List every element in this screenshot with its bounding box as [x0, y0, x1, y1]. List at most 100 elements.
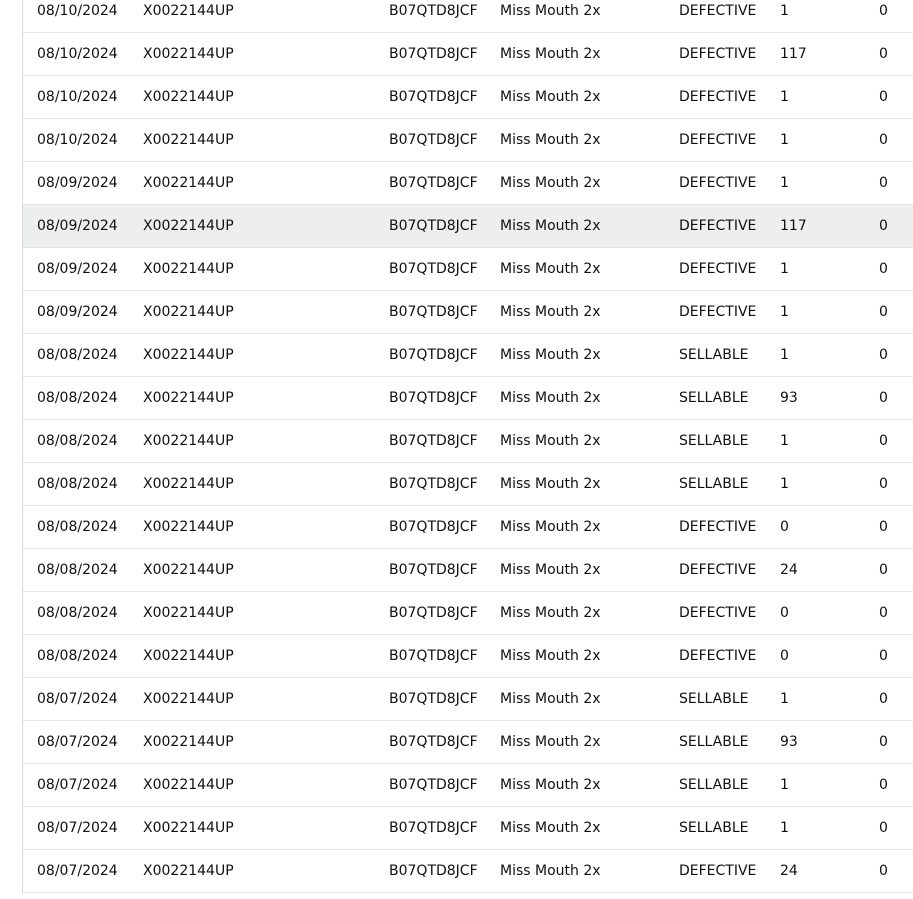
table-row[interactable]: 08/10/2024 X0022144UP B07QTD8JCF Miss Mouth… — [23, 76, 913, 119]
title-cell: Miss Mouth 2x — [500, 863, 601, 879]
asin-cell: B07QTD8JCF — [389, 476, 478, 492]
fnsku-cell: X0022144UP — [143, 777, 234, 793]
fnsku-cell: X0022144UP — [143, 519, 234, 535]
table-row[interactable]: 08/08/2024 X0022144UP B07QTD8JCF Miss Mouth… — [23, 506, 913, 549]
fnsku-cell: X0022144UP — [143, 476, 234, 492]
quantity-cell: 1 — [780, 132, 789, 148]
fnsku-cell: X0022144UP — [143, 605, 234, 621]
table-row[interactable]: 08/10/2024 X0022144UP B07QTD8JCF Miss Mouth… — [23, 119, 913, 162]
fnsku-cell: X0022144UP — [143, 691, 234, 707]
table-row[interactable]: 08/07/2024 X0022144UP B07QTD8JCF Miss Mouth… — [23, 807, 913, 850]
table-row[interactable]: 08/08/2024 X0022144UP B07QTD8JCF Miss Mouth… — [23, 377, 913, 420]
table-row[interactable]: 08/08/2024 X0022144UP B07QTD8JCF Miss Mouth… — [23, 334, 913, 377]
title-cell: Miss Mouth 2x — [500, 734, 601, 750]
table-row[interactable]: 08/10/2024 X0022144UP B07QTD8JCF Miss Mouth… — [23, 33, 913, 76]
table-row[interactable]: 08/08/2024 X0022144UP B07QTD8JCF Miss Mouth… — [23, 592, 913, 635]
title-cell: Miss Mouth 2x — [500, 261, 601, 277]
title-cell: Miss Mouth 2x — [500, 218, 601, 234]
quantity-cell: 0 — [879, 691, 888, 707]
disposition-cell: SELLABLE — [679, 390, 749, 406]
asin-cell: B07QTD8JCF — [389, 304, 478, 320]
fnsku-cell: X0022144UP — [143, 3, 234, 19]
quantity-cell: 24 — [780, 863, 798, 879]
table-row[interactable]: 08/10/2024 X0022144UP B07QTD8JCF Miss Mouth… — [23, 0, 913, 33]
fnsku-cell: X0022144UP — [143, 132, 234, 148]
fnsku-cell: X0022144UP — [143, 734, 234, 750]
quantity-cell: 1 — [780, 820, 789, 836]
quantity-cell: 0 — [879, 777, 888, 793]
title-cell: Miss Mouth 2x — [500, 519, 601, 535]
quantity-cell: 117 — [780, 46, 807, 62]
title-cell: Miss Mouth 2x — [500, 89, 601, 105]
fnsku-cell: X0022144UP — [143, 648, 234, 664]
asin-cell: B07QTD8JCF — [389, 433, 478, 449]
asin-cell: B07QTD8JCF — [389, 820, 478, 836]
disposition-cell: SELLABLE — [679, 433, 749, 449]
date-cell: 08/10/2024 — [37, 3, 118, 19]
asin-cell: B07QTD8JCF — [389, 3, 478, 19]
disposition-cell: SELLABLE — [679, 347, 749, 363]
quantity-cell: 117 — [780, 218, 807, 234]
table-row[interactable]: 08/07/2024 X0022144UP B07QTD8JCF Miss Mouth… — [23, 678, 913, 721]
asin-cell: B07QTD8JCF — [389, 519, 478, 535]
date-cell: 08/07/2024 — [37, 777, 118, 793]
disposition-cell: DEFECTIVE — [679, 132, 757, 148]
table-row[interactable]: 08/09/2024 X0022144UP B07QTD8JCF Miss Mouth… — [23, 291, 913, 334]
date-cell: 08/08/2024 — [37, 562, 118, 578]
disposition-cell: DEFECTIVE — [679, 46, 757, 62]
disposition-cell: DEFECTIVE — [679, 261, 757, 277]
fnsku-cell: X0022144UP — [143, 347, 234, 363]
date-cell: 08/07/2024 — [37, 820, 118, 836]
quantity-cell: 0 — [879, 261, 888, 277]
table-row[interactable]: 08/08/2024 X0022144UP B07QTD8JCF Miss Mouth… — [23, 463, 913, 506]
table-row[interactable]: 08/08/2024 X0022144UP B07QTD8JCF Miss Mouth… — [23, 635, 913, 678]
title-cell: Miss Mouth 2x — [500, 433, 601, 449]
quantity-cell: 0 — [780, 519, 789, 535]
asin-cell: B07QTD8JCF — [389, 562, 478, 578]
disposition-cell: SELLABLE — [679, 777, 749, 793]
title-cell: Miss Mouth 2x — [500, 46, 601, 62]
quantity-cell: 0 — [879, 734, 888, 750]
date-cell: 08/08/2024 — [37, 605, 118, 621]
title-cell: Miss Mouth 2x — [500, 390, 601, 406]
quantity-cell: 0 — [879, 648, 888, 664]
title-cell: Miss Mouth 2x — [500, 777, 601, 793]
fnsku-cell: X0022144UP — [143, 175, 234, 191]
asin-cell: B07QTD8JCF — [389, 347, 478, 363]
table-row[interactable]: 08/07/2024 X0022144UP B07QTD8JCF Miss Mouth… — [23, 764, 913, 807]
asin-cell: B07QTD8JCF — [389, 46, 478, 62]
asin-cell: B07QTD8JCF — [389, 691, 478, 707]
asin-cell: B07QTD8JCF — [389, 175, 478, 191]
table-row[interactable]: 08/07/2024 X0022144UP B07QTD8JCF Miss Mouth… — [23, 850, 913, 893]
title-cell: Miss Mouth 2x — [500, 605, 601, 621]
fnsku-cell: X0022144UP — [143, 46, 234, 62]
date-cell: 08/07/2024 — [37, 863, 118, 879]
disposition-cell: DEFECTIVE — [679, 605, 757, 621]
table-row[interactable]: 08/08/2024 X0022144UP B07QTD8JCF Miss Mouth… — [23, 549, 913, 592]
table-row[interactable]: 08/07/2024 X0022144UP B07QTD8JCF Miss Mouth… — [23, 721, 913, 764]
inventory-table: 08/10/2024 X0022144UP B07QTD8JCF Miss Mouth… — [22, 0, 913, 893]
quantity-cell: 0 — [879, 390, 888, 406]
quantity-cell: 0 — [879, 132, 888, 148]
quantity-cell: 1 — [780, 347, 789, 363]
asin-cell: B07QTD8JCF — [389, 390, 478, 406]
asin-cell: B07QTD8JCF — [389, 777, 478, 793]
disposition-cell: SELLABLE — [679, 820, 749, 836]
date-cell: 08/08/2024 — [37, 476, 118, 492]
table-row[interactable]: 08/09/2024 X0022144UP B07QTD8JCF Miss Mouth… — [23, 248, 913, 291]
fnsku-cell: X0022144UP — [143, 433, 234, 449]
date-cell: 08/08/2024 — [37, 390, 118, 406]
date-cell: 08/10/2024 — [37, 132, 118, 148]
table-row[interactable]: 08/09/2024 X0022144UP B07QTD8JCF Miss Mouth… — [23, 205, 913, 248]
table-row[interactable]: 08/08/2024 X0022144UP B07QTD8JCF Miss Mouth… — [23, 420, 913, 463]
quantity-cell: 1 — [780, 261, 789, 277]
table-row[interactable]: 08/09/2024 X0022144UP B07QTD8JCF Miss Mouth… — [23, 162, 913, 205]
date-cell: 08/09/2024 — [37, 218, 118, 234]
quantity-cell: 0 — [780, 648, 789, 664]
title-cell: Miss Mouth 2x — [500, 476, 601, 492]
quantity-cell: 0 — [879, 820, 888, 836]
fnsku-cell: X0022144UP — [143, 261, 234, 277]
disposition-cell: DEFECTIVE — [679, 3, 757, 19]
date-cell: 08/09/2024 — [37, 304, 118, 320]
quantity-cell: 0 — [879, 433, 888, 449]
